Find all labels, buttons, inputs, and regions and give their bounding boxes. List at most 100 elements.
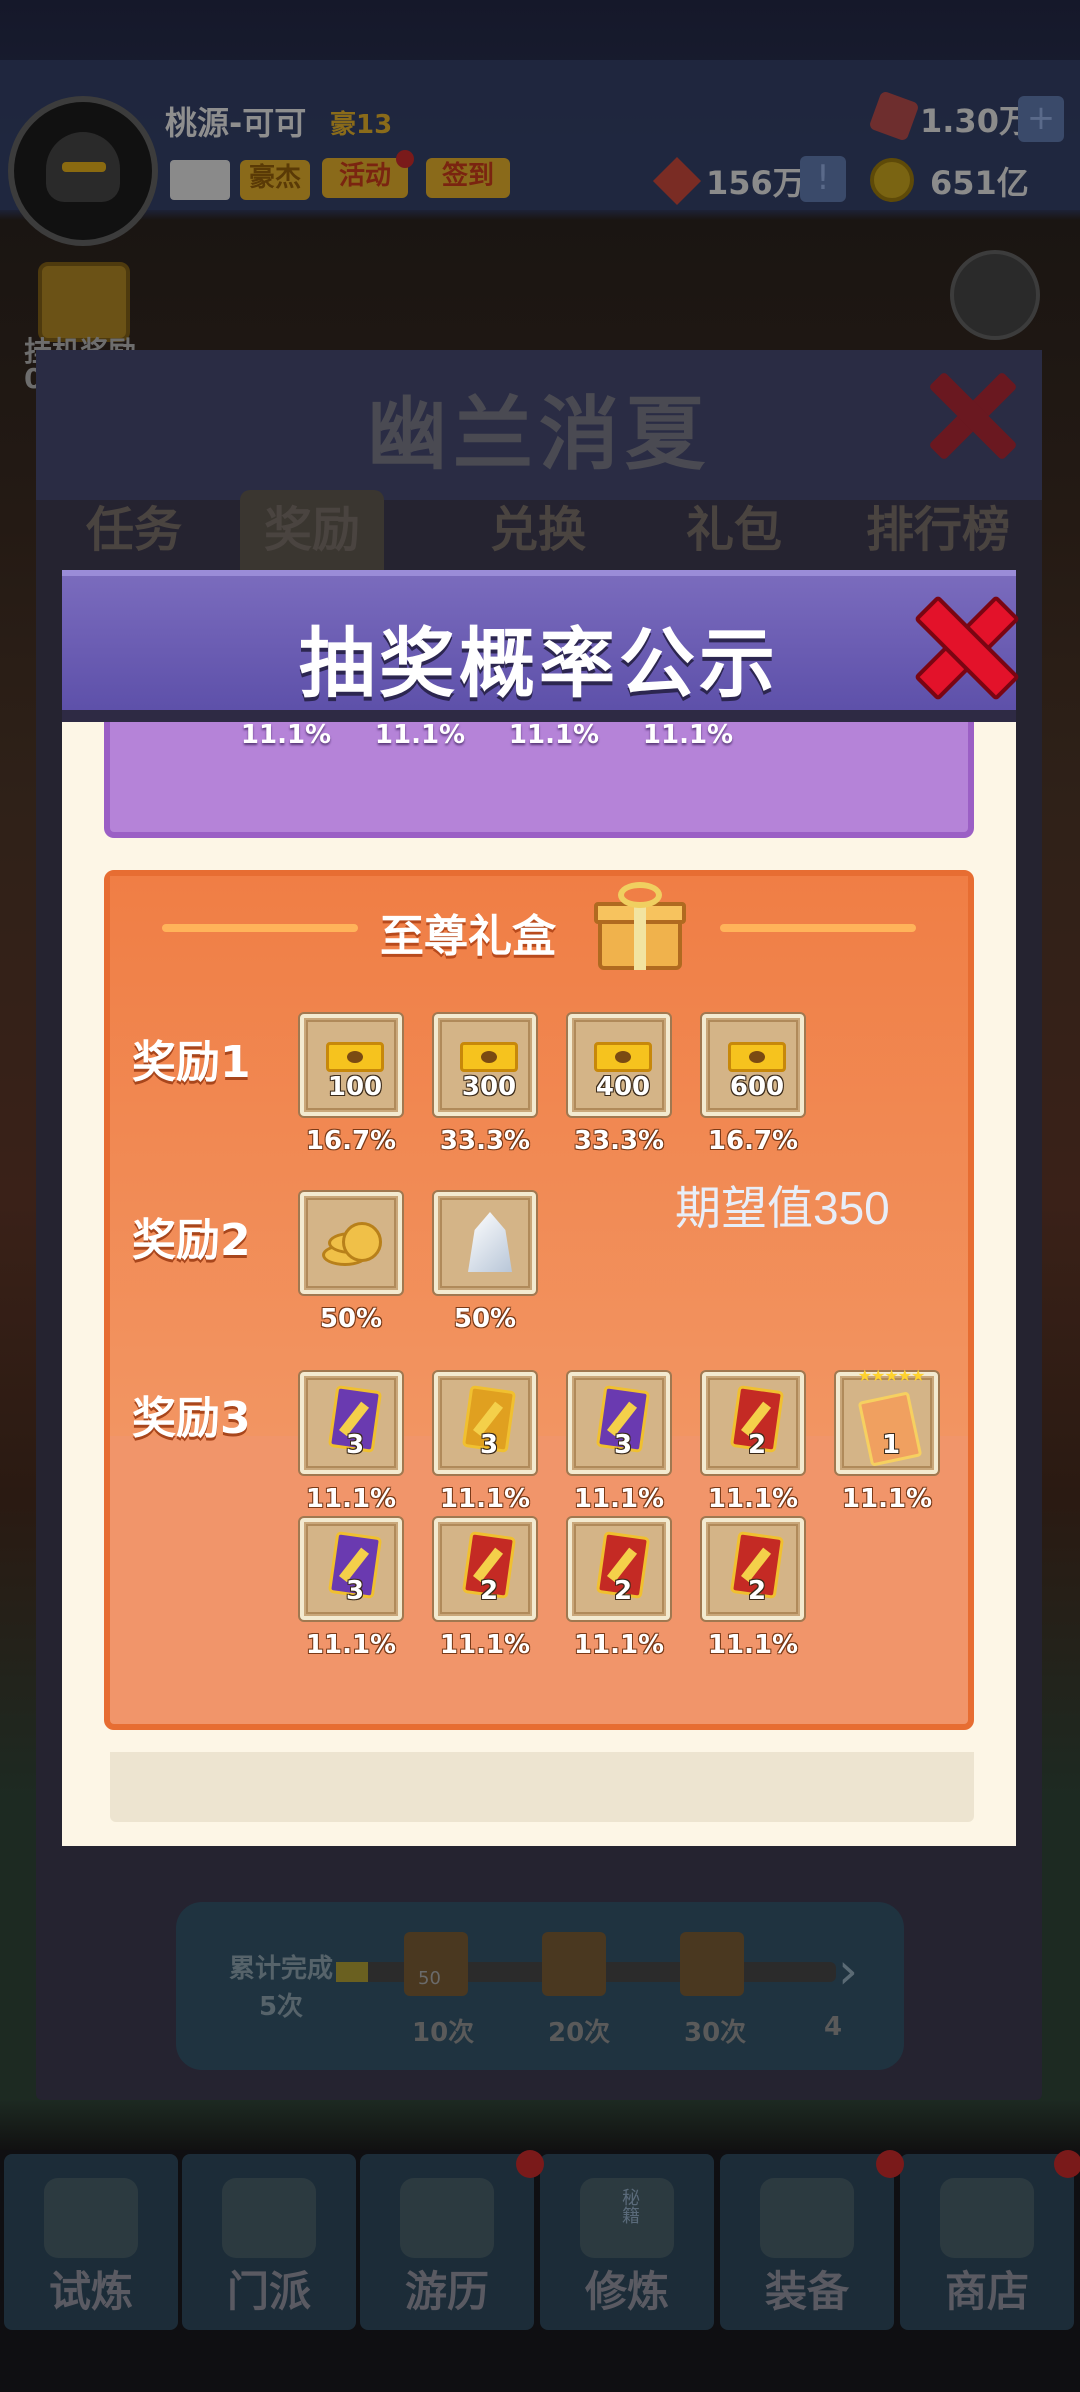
probability-label: 50% xyxy=(319,1304,383,1334)
tab-leaderboard[interactable]: 排行榜 xyxy=(866,490,1010,560)
supreme-gift-box-section: 至尊礼盒 奖励1 奖励2 奖励3 期望值350 100 300 400 600 … xyxy=(104,870,974,1730)
chevron-right-icon[interactable]: › xyxy=(838,1942,858,2000)
probability-label: 11.1% xyxy=(707,1484,799,1514)
probability-modal: 抽奖概率公示 11.1% 11.1% 11.1% 11.1% 至尊礼盒 奖励1 … xyxy=(62,570,1016,1846)
reward-item[interactable] xyxy=(300,1192,402,1294)
nav-label: 试炼 xyxy=(48,2267,133,2316)
secret-book-icon: 秘籍 xyxy=(580,2178,674,2258)
reward-item[interactable] xyxy=(434,1192,536,1294)
activity-badge xyxy=(396,150,414,168)
bottom-nav: 试炼 门派 游历 秘籍修炼 装备 商店 xyxy=(0,2150,1080,2392)
reward-item[interactable]: 2 xyxy=(568,1518,670,1620)
nav-label: 商店 xyxy=(944,2267,1029,2316)
five-star-rating-icon: ★★★★★ xyxy=(857,1366,926,1385)
reward-item[interactable]: 1 ★★★★★ xyxy=(836,1366,938,1474)
probability-label: 11.1% xyxy=(305,1630,397,1660)
title-divider-left xyxy=(162,924,358,932)
item-frame: 3 xyxy=(440,1378,530,1468)
previous-box-section: 11.1% 11.1% 11.1% 11.1% xyxy=(104,722,974,838)
nav-label: 门派 xyxy=(226,2267,311,2316)
probability-label: 11.1% xyxy=(305,1484,397,1514)
heroes-button[interactable]: 豪杰 xyxy=(240,160,310,200)
reward-item[interactable]: 3 xyxy=(300,1372,402,1474)
reward-item[interactable]: 2 xyxy=(434,1518,536,1620)
ninja-icon xyxy=(44,2178,138,2258)
notification-dot xyxy=(516,2150,544,2178)
item-quantity: 3 xyxy=(479,1430,499,1460)
item-quantity: 2 xyxy=(747,1430,767,1460)
probability-label: 50% xyxy=(453,1304,517,1334)
item-quantity: 2 xyxy=(747,1576,767,1606)
reward-item[interactable]: 3 xyxy=(434,1372,536,1474)
gold-ticket-icon xyxy=(326,1042,384,1072)
item-quantity: 100 xyxy=(327,1072,383,1102)
player-avatar[interactable] xyxy=(8,96,158,246)
item-frame: 2 xyxy=(574,1524,664,1614)
crystal-icon xyxy=(468,1212,512,1272)
gift-box-icon xyxy=(594,882,686,972)
nav-trial[interactable]: 试炼 xyxy=(4,2154,178,2330)
alert-button[interactable]: ! xyxy=(800,156,846,202)
sword-icon xyxy=(760,2178,854,2258)
reward-item[interactable]: 400 xyxy=(568,1014,670,1116)
expected-value: 期望值350 xyxy=(675,1182,890,1234)
item-frame xyxy=(440,1198,530,1288)
event-close-icon[interactable] xyxy=(926,370,1016,460)
reward-item[interactable]: 2 xyxy=(702,1518,804,1620)
milestone-slot-2[interactable] xyxy=(542,1932,606,1996)
shop-icon xyxy=(940,2178,1034,2258)
tab-tasks[interactable]: 任务 xyxy=(86,490,182,560)
reward-3-label: 奖励3 xyxy=(132,1393,251,1444)
milestone-slot-3[interactable] xyxy=(680,1932,744,1996)
slot-badge: 50 xyxy=(418,1968,441,1989)
checkin-button[interactable]: 签到 xyxy=(426,158,510,198)
probability-label: 33.3% xyxy=(439,1126,531,1156)
tab-exchange[interactable]: 兑换 xyxy=(490,490,586,560)
milestone-label: 20次 xyxy=(548,2018,611,2048)
probability-label: 11.1% xyxy=(841,1484,933,1514)
nav-travel[interactable]: 游历 xyxy=(360,2154,534,2330)
side-character-icon[interactable] xyxy=(950,250,1040,340)
reward-item[interactable]: 600 xyxy=(702,1014,804,1116)
modal-title: 抽奖概率公示 xyxy=(299,619,779,708)
mail-icon[interactable] xyxy=(170,160,230,200)
item-frame: 2 xyxy=(708,1524,798,1614)
nav-equipment[interactable]: 装备 xyxy=(720,2154,894,2330)
progress-fill xyxy=(336,1962,368,1982)
nav-label: 修炼 xyxy=(584,2267,669,2316)
probability-label: 11.1% xyxy=(439,1630,531,1660)
nav-sect[interactable]: 门派 xyxy=(182,2154,356,2330)
item-frame: 3 xyxy=(306,1524,396,1614)
reward-item[interactable]: 3 xyxy=(300,1518,402,1620)
item-quantity: 2 xyxy=(613,1576,633,1606)
modal-body[interactable]: 11.1% 11.1% 11.1% 11.1% 至尊礼盒 奖励1 奖励2 奖励3… xyxy=(62,722,1016,1846)
gold-ticket-icon xyxy=(594,1042,652,1072)
probability-label: 11.1% xyxy=(508,722,600,750)
item-quantity: 300 xyxy=(461,1072,517,1102)
gold-ticket-icon xyxy=(460,1042,518,1072)
tab-rewards[interactable]: 奖励 xyxy=(240,490,385,570)
close-icon[interactable] xyxy=(914,596,1010,692)
cumulative-count: 5次 xyxy=(258,1992,304,2022)
probability-label: 11.1% xyxy=(573,1630,665,1660)
milestone-label: 30次 xyxy=(684,2018,747,2048)
reward-item[interactable]: 3 xyxy=(568,1372,670,1474)
activity-button[interactable]: 活动 xyxy=(322,158,408,198)
reward-2-label: 奖励2 xyxy=(132,1215,251,1266)
probability-label: 16.7% xyxy=(707,1126,799,1156)
nav-shop[interactable]: 商店 xyxy=(900,2154,1074,2330)
avatar-eyes xyxy=(62,162,106,172)
reward-item[interactable]: 2 xyxy=(702,1372,804,1474)
milestone-gem-slot[interactable]: 50 xyxy=(404,1932,468,1996)
gem-count: 1.30万 xyxy=(920,102,1031,140)
player-name: 桃源-可可 xyxy=(165,104,307,142)
nav-cultivate[interactable]: 秘籍 修炼 xyxy=(540,2154,714,2330)
reward-item[interactable]: 300 xyxy=(434,1014,536,1116)
gold-coin-icon xyxy=(870,158,914,202)
tab-gift-packs[interactable]: 礼包 xyxy=(686,490,782,560)
probability-label: 16.7% xyxy=(305,1126,397,1156)
reward-item[interactable]: 100 xyxy=(300,1014,402,1116)
add-gems-button[interactable]: + xyxy=(1018,96,1064,142)
item-frame: 3 xyxy=(306,1378,396,1468)
coins-icon xyxy=(322,1220,388,1270)
